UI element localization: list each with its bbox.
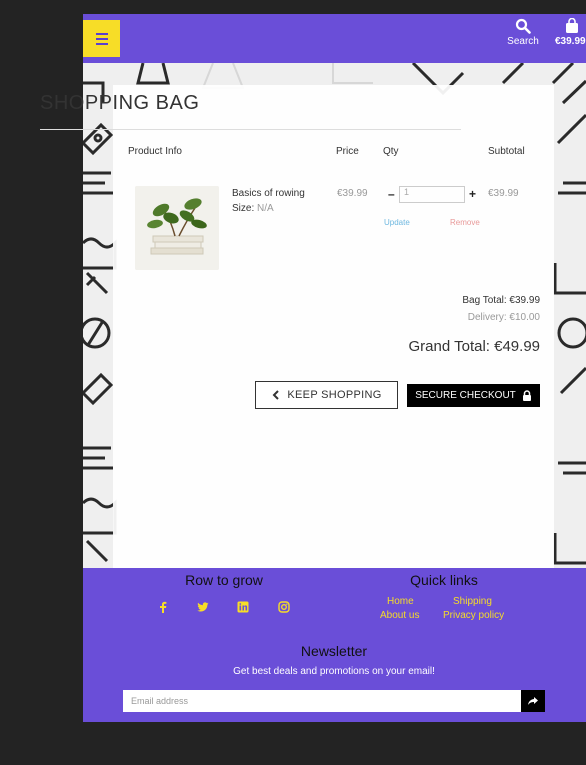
size-label: Size: xyxy=(232,203,255,214)
keep-shopping-label: KEEP SHOPPING xyxy=(287,389,382,401)
quantity-input[interactable]: 1 xyxy=(399,186,465,203)
delivery-cost: Delivery: €10.00 xyxy=(467,312,540,323)
newsletter-title: Newsletter xyxy=(300,643,368,659)
remove-link[interactable]: Remove xyxy=(450,218,480,227)
instagram-icon[interactable] xyxy=(278,601,290,613)
footer-link-home[interactable]: Home xyxy=(387,596,414,607)
product-subtotal: €39.99 xyxy=(488,188,519,199)
size-value: N/A xyxy=(257,203,274,214)
product-price: €39.99 xyxy=(337,188,368,199)
facebook-icon[interactable] xyxy=(157,601,169,613)
col-subtotal: Subtotal xyxy=(488,146,525,157)
plant-books-image xyxy=(135,186,219,270)
bag-total-label: €39.99 xyxy=(555,36,586,47)
footer-brand: Row to grow xyxy=(185,572,263,588)
product-size: Size: N/A xyxy=(232,203,274,214)
search-link[interactable]: Search xyxy=(504,18,542,47)
update-link[interactable]: Update xyxy=(384,218,410,227)
secure-checkout-label: SECURE CHECKOUT xyxy=(415,390,516,401)
menu-icon[interactable] xyxy=(83,20,120,57)
bag-icon xyxy=(566,18,578,33)
footer-link-privacy[interactable]: Privacy policy xyxy=(443,610,504,621)
search-label: Search xyxy=(507,36,539,47)
twitter-icon[interactable] xyxy=(197,601,209,613)
col-product-info: Product Info xyxy=(128,146,182,157)
col-price: Price xyxy=(336,146,359,157)
page-title: SHOPPING BAG xyxy=(40,92,200,114)
content-card xyxy=(113,85,554,568)
newsletter-text: Get best deals and promotions on your em… xyxy=(233,666,435,677)
product-image[interactable] xyxy=(135,186,219,270)
grand-total: Grand Total: €49.99 xyxy=(408,338,540,355)
share-arrow-icon xyxy=(528,697,538,705)
email-field[interactable]: Email address xyxy=(123,690,521,712)
bag-total: Bag Total: €39.99 xyxy=(462,295,540,306)
lock-icon xyxy=(522,390,531,401)
footer-link-about[interactable]: About us xyxy=(380,610,419,621)
search-icon xyxy=(515,18,531,34)
app-frame: Search €39.99 xyxy=(83,14,586,722)
linkedin-icon[interactable] xyxy=(237,601,249,613)
keep-shopping-button[interactable]: KEEP SHOPPING xyxy=(255,381,398,409)
increment-qty-button[interactable]: + xyxy=(469,187,476,201)
newsletter-submit-button[interactable] xyxy=(521,690,545,712)
top-navbar: Search €39.99 xyxy=(83,14,586,63)
quick-links-title: Quick links xyxy=(410,572,478,588)
decrement-qty-button[interactable]: – xyxy=(388,187,395,201)
chevron-left-icon xyxy=(272,390,280,400)
col-qty: Qty xyxy=(383,146,399,157)
footer-link-shipping[interactable]: Shipping xyxy=(453,596,492,607)
product-name[interactable]: Basics of rowing xyxy=(232,188,305,199)
secure-checkout-button[interactable]: SECURE CHECKOUT xyxy=(407,384,540,407)
title-divider xyxy=(40,129,461,130)
bag-link[interactable]: €39.99 xyxy=(555,18,586,47)
